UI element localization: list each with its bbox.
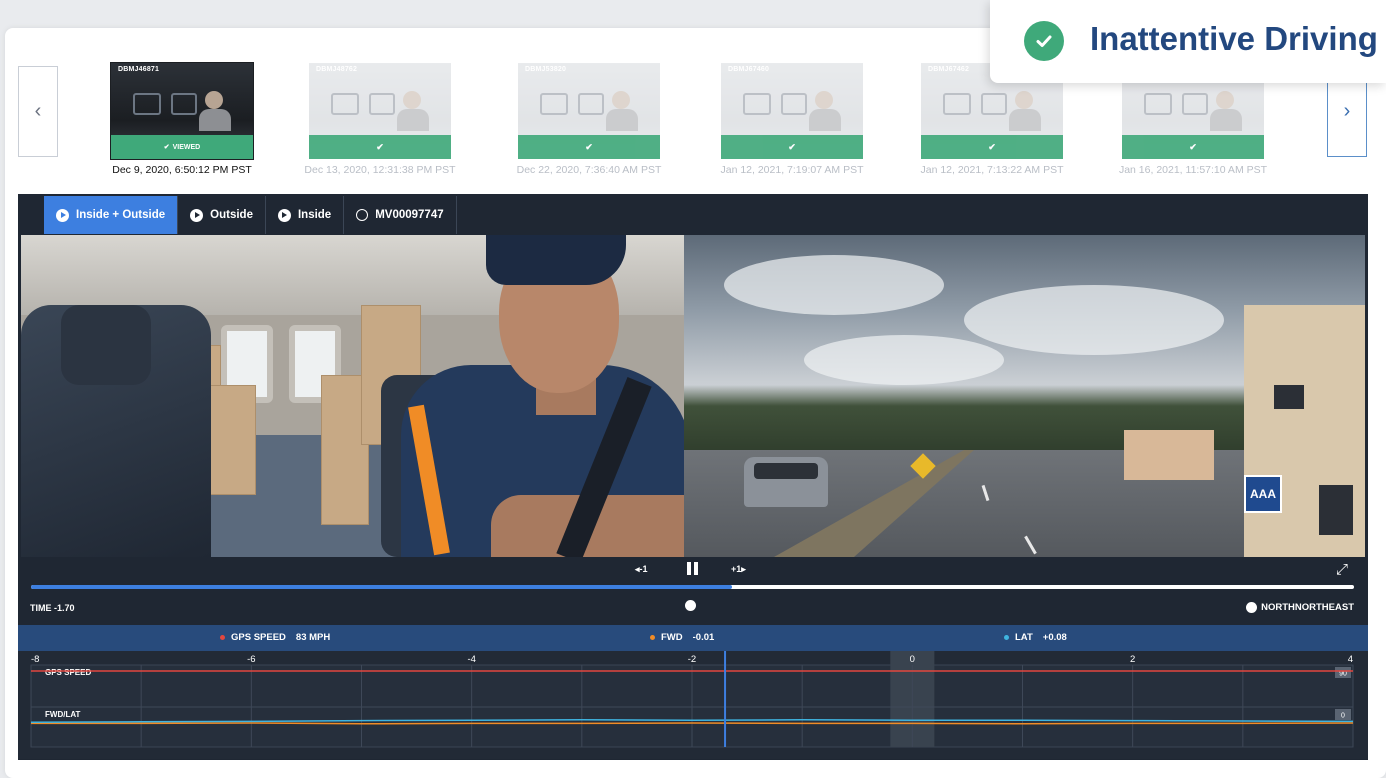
heading-compass-icon — [1246, 602, 1258, 613]
app-root: ‹ DBMJ46871 ✔ VIEWED Dec 9, 2020, 6:50:12… — [0, 0, 1386, 778]
tab-vehicle-id[interactable]: MV00097747 — [344, 196, 457, 234]
tab-inside-outside[interactable]: Inside + Outside — [44, 196, 179, 234]
thumbnail-camera-id: DBMJ48762 — [316, 66, 358, 73]
chart-x-tick-label: -8 — [31, 654, 39, 665]
inside-camera-video[interactable] — [21, 235, 684, 557]
chart-series-line — [31, 722, 1354, 725]
play-circle-icon — [190, 208, 204, 222]
thumbnail-camera-id: DBMJ67462 — [928, 66, 970, 73]
chart-x-tick-label: 2 — [1130, 654, 1135, 665]
video-thumbnail[interactable]: DBMJ67460 ✔ Jan 12, 2021, 7:19:07 AM PST — [720, 63, 864, 176]
thumbnail-date: Jan 12, 2021, 7:19:07 AM PST — [720, 164, 864, 176]
chevron-left-icon: ‹ — [34, 100, 42, 122]
check-icon: ✔ — [585, 141, 593, 152]
thumbnail-date: Dec 22, 2020, 7:36:40 AM PST — [516, 164, 662, 176]
expand-icon[interactable]: ⤢ — [1336, 561, 1348, 578]
progress-fill — [31, 585, 733, 589]
chart-legend: GPS SPEED 83 MPH FWD -0.01 LAT +0.08 — [18, 625, 1368, 651]
camera-view-tabs: Inside + Outside Outside Inside MV000977… — [44, 196, 457, 234]
viewed-badge: ✔ — [309, 135, 451, 159]
thumbnail-date: Dec 13, 2020, 12:31:38 PM PST — [304, 164, 456, 176]
video-thumbnail[interactable]: DBMJ53820 ✔ Dec 22, 2020, 7:36:40 AM PST — [517, 63, 661, 176]
check-icon: ✔ — [1189, 141, 1197, 152]
tab-inside[interactable]: Inside — [266, 196, 345, 234]
time-readout: TIME -1.70 — [30, 603, 75, 613]
chart-panel-max-label: 0 — [1341, 713, 1345, 720]
chart-x-tick-label: 0 — [910, 654, 915, 665]
viewed-badge: ✔ — [1122, 135, 1264, 159]
skip-back-button[interactable]: ◂-1 — [635, 564, 648, 575]
telemetry-chart[interactable]: -8 -6 -4 -2 0 2 4GPS SPEED 90FWD/LAT 0 — [18, 651, 1368, 759]
video-player: Inside + Outside Outside Inside MV000977… — [18, 194, 1368, 760]
heading-readout: NORTHNORTHEAST — [1246, 602, 1354, 613]
pause-icon[interactable] — [687, 562, 699, 575]
tab-outside[interactable]: Outside — [178, 196, 266, 234]
thumbnail-camera-id: DBMJ53820 — [525, 66, 567, 73]
check-icon: ✔ — [376, 141, 384, 152]
chart-panel-label: GPS SPEED — [45, 668, 91, 677]
viewed-badge: ✔ — [921, 135, 1063, 159]
gps-dot-icon — [220, 635, 225, 640]
chevron-right-icon: › — [1343, 100, 1351, 122]
legend-gps-speed: GPS SPEED 83 MPH — [220, 632, 330, 643]
circle-icon — [356, 209, 369, 221]
play-circle-icon — [277, 208, 291, 222]
chart-x-tick-label: -4 — [467, 654, 475, 665]
viewed-badge: ✔ — [721, 135, 863, 159]
legend-lat: LAT +0.08 — [1004, 632, 1067, 643]
viewed-badge: ✔ VIEWED — [111, 135, 253, 159]
video-thumbnail[interactable]: DBMJ46871 ✔ VIEWED Dec 9, 2020, 6:50:12 P… — [111, 63, 253, 176]
thumbnail-date: Jan 12, 2021, 7:13:22 AM PST — [920, 164, 1064, 176]
event-type-toast: Inattentive Driving — [990, 0, 1386, 83]
thumbnail-camera-id: DBMJ67460 — [728, 66, 770, 73]
aaa-sign: AAA — [1244, 475, 1282, 513]
check-icon: ✔ — [163, 144, 170, 151]
thumbnail-date: Jan 16, 2021, 11:57:10 AM PST — [1118, 164, 1268, 176]
check-icon: ✔ — [788, 141, 796, 152]
legend-fwd: FWD -0.01 — [650, 632, 714, 643]
chart-panel-label: FWD/LAT — [45, 710, 81, 719]
playback-progress-bar[interactable] — [31, 585, 1354, 589]
lat-dot-icon — [1004, 635, 1009, 640]
event-type-title: Inattentive Driving — [1090, 20, 1378, 57]
skip-forward-button[interactable]: +1▸ — [731, 564, 746, 575]
prev-video-button[interactable]: ‹ — [18, 66, 58, 157]
compass-icon — [685, 600, 696, 611]
video-thumbnail[interactable]: DBMJ48762 ✔ Dec 13, 2020, 12:31:38 PM PS… — [304, 63, 456, 176]
chart-x-tick-label: 4 — [1348, 654, 1353, 665]
chart-x-tick-label: -6 — [247, 654, 255, 665]
thumbnail-image: DBMJ46871 ✔ VIEWED — [111, 63, 253, 159]
outside-camera-video[interactable]: AAA — [684, 235, 1365, 557]
play-circle-icon — [56, 208, 69, 222]
check-circle-icon — [1024, 21, 1064, 61]
check-icon: ✔ — [988, 141, 996, 152]
thumbnail-camera-id: DBMJ46871 — [118, 66, 160, 73]
chart-x-tick-label: -2 — [688, 654, 696, 665]
telemetry-info-bar: TIME -1.70 NORTHNORTHEAST — [18, 594, 1368, 622]
thumbnail-date: Dec 9, 2020, 6:50:12 PM PST — [112, 164, 252, 176]
viewed-badge: ✔ — [518, 135, 660, 159]
fwd-dot-icon — [650, 635, 655, 640]
playback-controls: ◂-1 +1▸ ⤢ — [18, 557, 1368, 585]
